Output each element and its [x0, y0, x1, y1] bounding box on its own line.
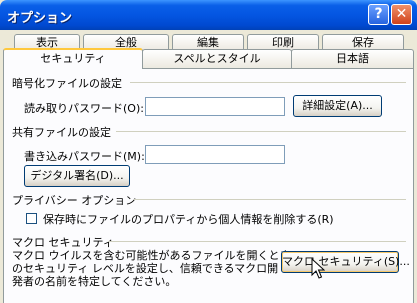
- options-dialog: オプション ? ✕ 表示 全般 編集 印刷 保存 セキュリティ スペルとスタイル…: [0, 0, 417, 303]
- read-password-input[interactable]: [145, 97, 285, 116]
- macro-description-line: マクロ ウイルスを含む可能性があるファイルを開くとき: [12, 249, 291, 262]
- sharing-separator: [116, 131, 406, 132]
- privacy-heading: プライバシー オプション: [12, 194, 137, 207]
- window-title: オプション: [7, 11, 73, 26]
- encryption-heading: 暗号化ファイルの設定: [12, 77, 122, 90]
- sharing-heading: 共有ファイルの設定: [12, 126, 111, 139]
- write-password-input[interactable]: [145, 145, 285, 164]
- macro-separator: [108, 241, 406, 242]
- macro-heading: マクロ セキュリティ: [12, 236, 114, 249]
- macro-description: マクロ ウイルスを含む可能性があるファイルを開くとき のセキュリティ レベルを設…: [12, 249, 291, 288]
- read-password-label: 読み取りパスワード(O):: [24, 102, 144, 115]
- macro-description-line: のセキュリティ レベルを設定し、信頼できるマクロ開: [12, 262, 279, 275]
- privacy-separator: [134, 199, 406, 200]
- write-password-label: 書き込みパスワード(M):: [24, 150, 145, 163]
- mouse-pointer-icon: [311, 258, 325, 279]
- title-bar[interactable]: オプション ? ✕: [0, 0, 417, 30]
- remove-personal-info-checkbox[interactable]: [26, 213, 37, 224]
- advanced-button[interactable]: 詳細設定(A)...: [293, 95, 382, 117]
- security-panel: 暗号化ファイルの設定 読み取りパスワード(O): 詳細設定(A)... 共有ファ…: [3, 68, 414, 303]
- help-button[interactable]: ?: [368, 4, 389, 25]
- tab-spelling-style[interactable]: スペルとスタイル: [142, 49, 292, 68]
- tab-security[interactable]: セキュリティ: [3, 48, 143, 69]
- macro-description-line: 発者の名前を特定してください。: [12, 275, 177, 288]
- macro-security-button[interactable]: マクロ セキュリティ(S)...: [281, 251, 410, 273]
- encryption-separator: [130, 82, 406, 83]
- close-button[interactable]: ✕: [391, 4, 412, 25]
- digital-signature-button[interactable]: デジタル署名(D)...: [24, 165, 130, 187]
- tab-japanese[interactable]: 日本語: [291, 49, 414, 68]
- remove-personal-info-label[interactable]: 保存時にファイルのプロパティから個人情報を削除する(R): [43, 211, 334, 227]
- tab-strip: 表示 全般 編集 印刷 保存 セキュリティ スペルとスタイル 日本語: [0, 30, 417, 72]
